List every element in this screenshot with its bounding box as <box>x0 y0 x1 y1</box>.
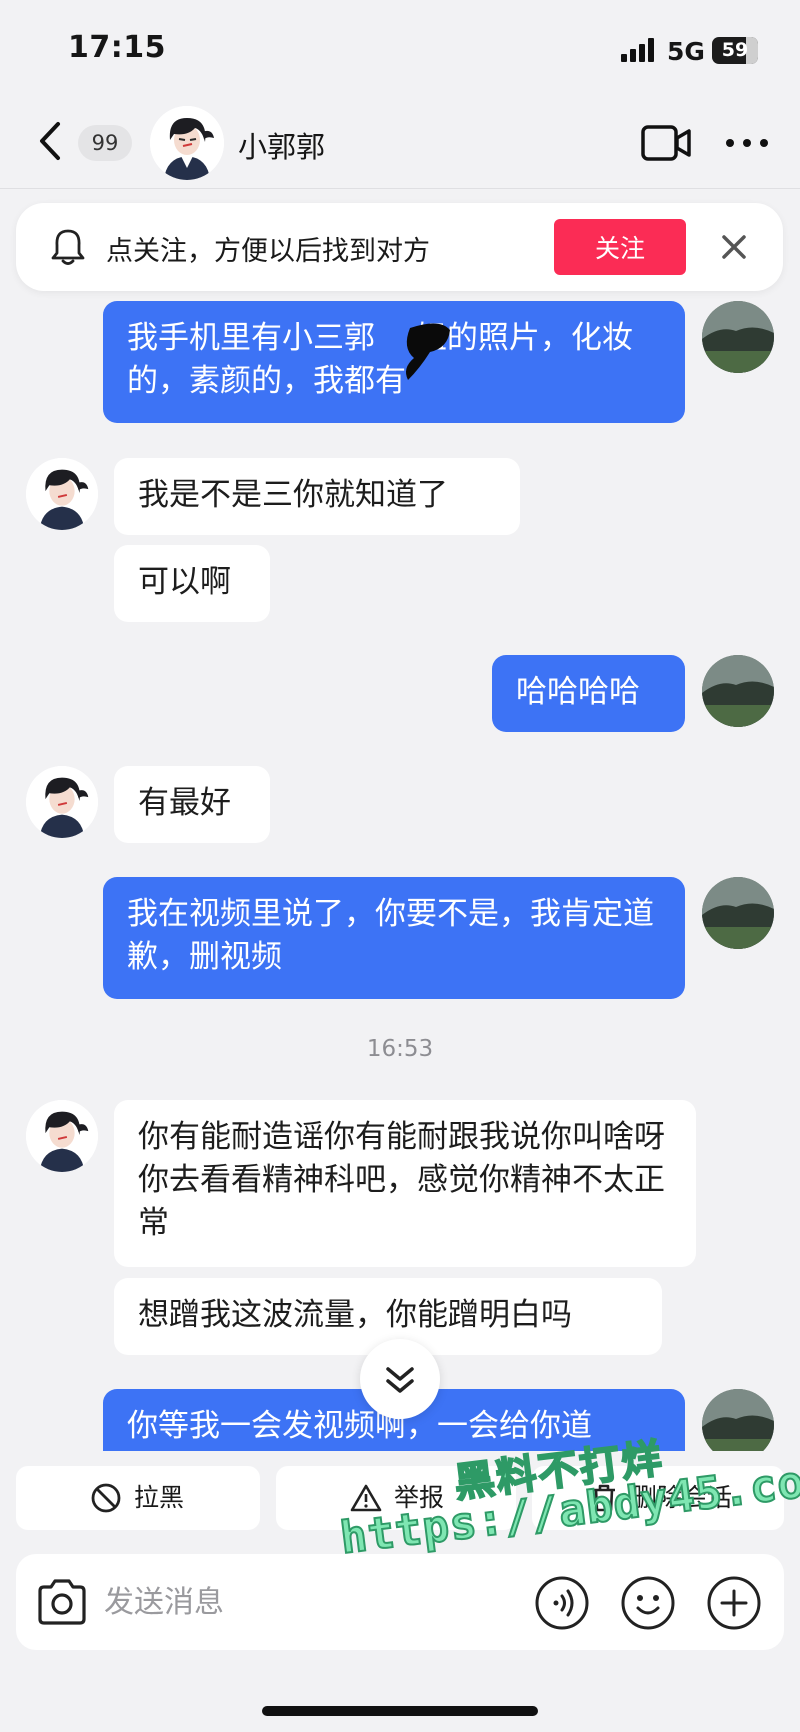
outgoing-message[interactable]: 我手机里有小三郭 姐的照片，化妆的，素颜的，我都有 <box>103 301 685 423</box>
message-text: 哈哈哈哈 <box>516 674 640 710</box>
incoming-message[interactable]: 我是不是三你就知道了 <box>114 458 520 535</box>
camera-icon <box>38 1579 86 1625</box>
my-avatar[interactable] <box>702 1389 774 1451</box>
time-divider: 16:53 <box>366 1036 434 1062</box>
more-dots-icon <box>726 139 768 147</box>
video-call-button[interactable] <box>640 122 692 164</box>
double-chevron-down-icon <box>386 1367 414 1393</box>
status-time: 17:15 <box>68 30 166 65</box>
incoming-message[interactable]: 你有能耐造谣你有能耐跟我说你叫啥呀 你去看看精神科吧，感觉你精神不太正常 <box>114 1100 696 1267</box>
network-label: 5G <box>667 37 705 66</box>
incoming-message[interactable]: 可以啊 <box>114 545 270 622</box>
home-indicator[interactable] <box>262 1706 538 1716</box>
battery-icon: 59 <box>712 37 758 64</box>
block-button[interactable]: 拉黑 <box>16 1466 260 1530</box>
report-label: 举报 <box>394 1483 445 1512</box>
more-options-button[interactable] <box>722 126 772 160</box>
block-label: 拉黑 <box>134 1483 185 1512</box>
message-text: 我在视频里说了，你要不是，我肯定道歉，删视频 <box>127 896 654 975</box>
delete-chat-label: 删除会话 <box>632 1483 733 1512</box>
close-icon <box>722 235 746 259</box>
chevron-left-icon <box>40 122 60 160</box>
add-button[interactable] <box>706 1575 762 1631</box>
my-avatar[interactable] <box>702 877 774 949</box>
follow-button[interactable]: 关注 <box>554 219 686 275</box>
contact-avatar[interactable] <box>150 106 224 180</box>
contact-message-avatar[interactable] <box>26 766 98 838</box>
signal-icon <box>621 38 657 62</box>
incoming-message[interactable]: 有最好 <box>114 766 270 843</box>
header-divider <box>0 188 800 189</box>
block-icon <box>91 1483 121 1513</box>
trash-icon <box>593 1484 615 1512</box>
message-list[interactable]: 我手机里有小三郭 姐的照片，化妆的，素颜的，我都有 我是不是三你就知道了 可以啊… <box>0 291 800 1451</box>
contact-message-avatar[interactable] <box>26 1100 98 1172</box>
battery-level: 59 <box>721 39 749 61</box>
status-bar: 17:15 5G 59 <box>0 0 800 100</box>
my-avatar[interactable] <box>702 655 774 727</box>
message-text: 我手机里有小三郭 姐的照片，化妆的，素颜的，我都有 <box>127 320 633 399</box>
scroll-to-bottom-button[interactable] <box>360 1339 440 1419</box>
message-input[interactable] <box>104 1572 524 1632</box>
message-text: 有最好 <box>138 785 231 821</box>
voice-icon <box>535 1576 589 1630</box>
message-text: 想蹭我这波流量，你能蹭明白吗 <box>138 1297 572 1333</box>
bell-icon <box>50 227 86 267</box>
contact-name[interactable]: 小郭郭 <box>238 124 325 166</box>
emoji-button[interactable] <box>620 1575 676 1631</box>
outgoing-message[interactable]: 哈哈哈哈 <box>492 655 685 732</box>
my-avatar[interactable] <box>702 301 774 373</box>
follow-prompt-text: 点关注，方便以后找到对方 <box>106 236 430 267</box>
chat-header: 99 小郭郭 <box>0 100 800 188</box>
message-text: 可以啊 <box>138 564 231 600</box>
delete-chat-button[interactable]: 删除会话 <box>532 1466 784 1530</box>
back-button[interactable] <box>30 118 70 164</box>
warning-icon <box>350 1484 382 1512</box>
outgoing-message[interactable]: 我在视频里说了，你要不是，我肯定道歉，删视频 <box>103 877 685 999</box>
report-button[interactable]: 举报 <box>276 1466 516 1530</box>
unread-badge[interactable]: 99 <box>78 125 132 161</box>
camera-button[interactable] <box>36 1577 88 1627</box>
message-text: 你有能耐造谣你有能耐跟我说你叫啥呀 你去看看精神科吧，感觉你精神不太正常 <box>138 1119 665 1241</box>
emoji-icon <box>621 1576 675 1630</box>
video-camera-icon <box>641 125 691 161</box>
redaction-scribble <box>400 318 456 388</box>
message-text: 我是不是三你就知道了 <box>138 477 448 513</box>
quick-actions-row: 拉黑 举报 删除会话 <box>0 1466 800 1534</box>
message-input-bar <box>16 1554 784 1650</box>
voice-button[interactable] <box>534 1575 590 1631</box>
close-banner-button[interactable] <box>712 225 756 269</box>
plus-circle-icon <box>707 1576 761 1630</box>
contact-message-avatar[interactable] <box>26 458 98 530</box>
follow-banner: 点关注，方便以后找到对方 关注 <box>16 203 783 291</box>
